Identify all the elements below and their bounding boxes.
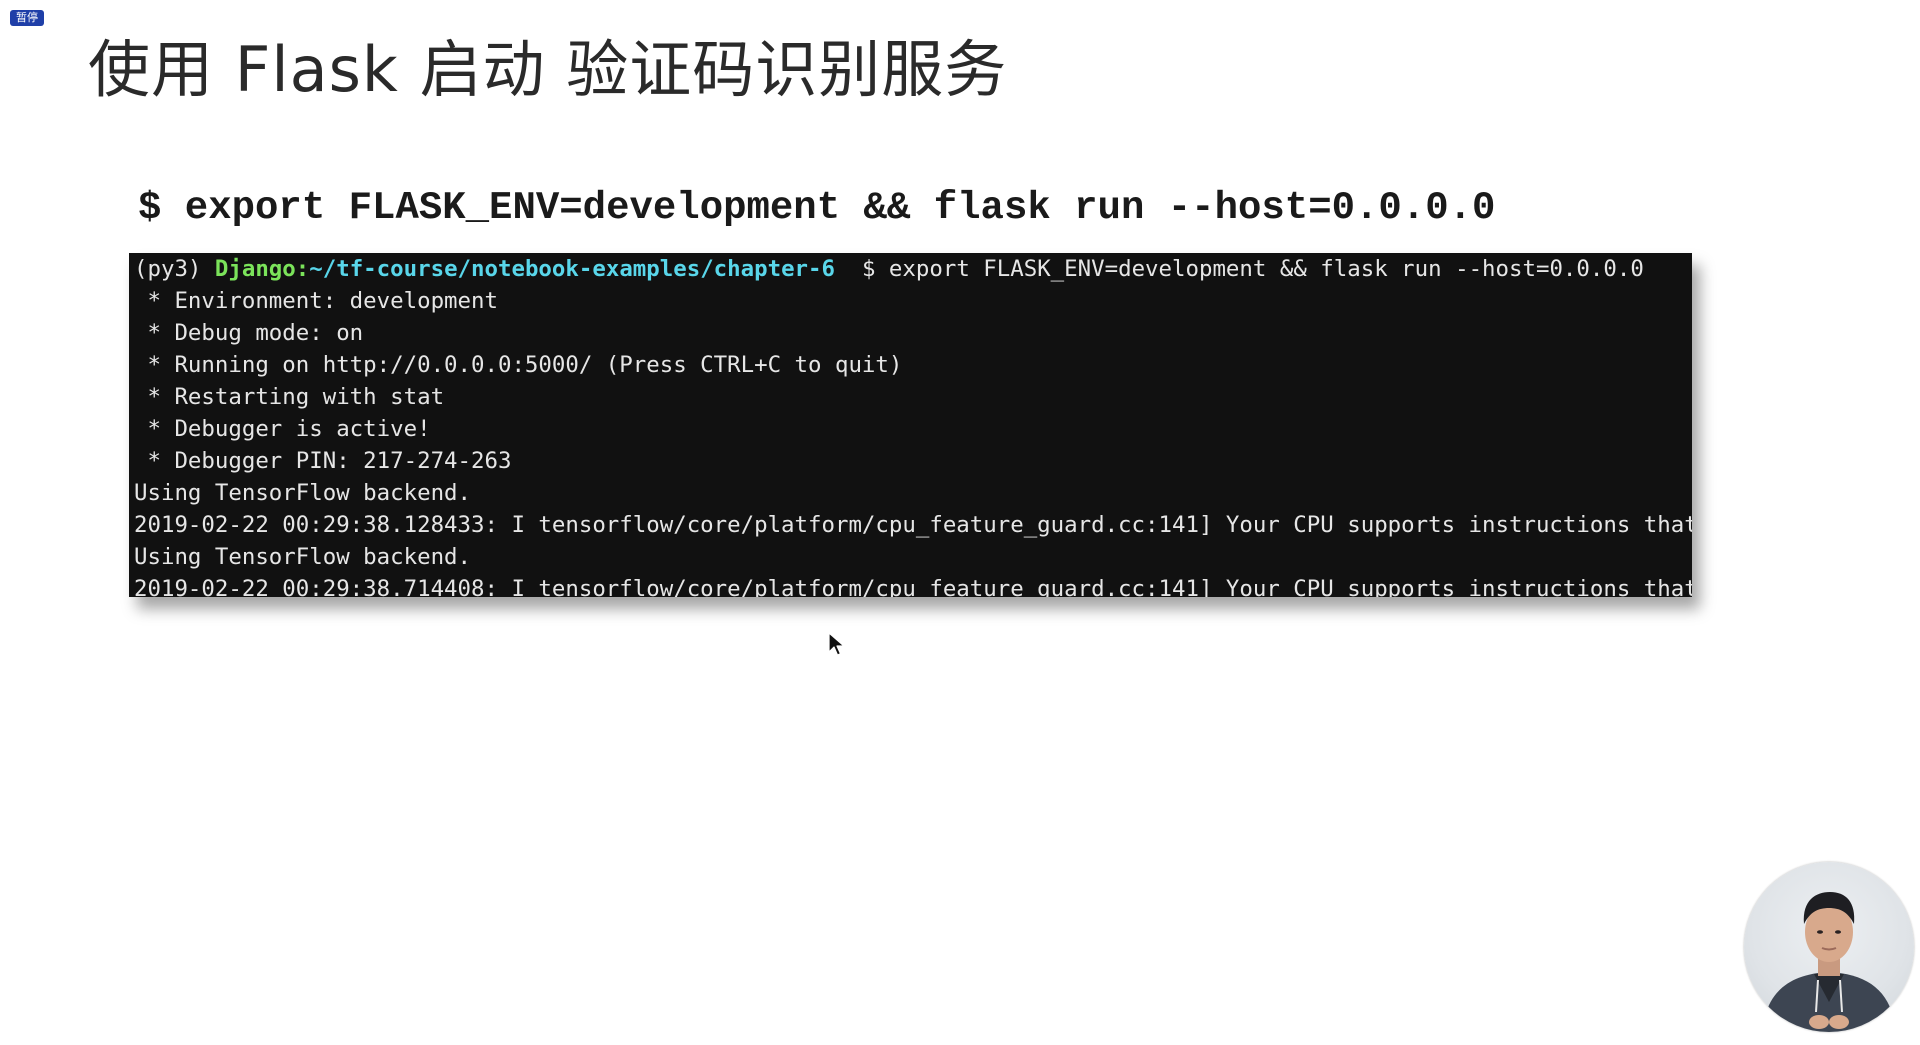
- mouse-pointer-icon: [828, 632, 845, 656]
- terminal-prompt-line: (py3) Django:~/tf-course/notebook-exampl…: [134, 253, 1644, 285]
- prompt-env: (py3): [134, 256, 215, 282]
- prompt-command: $ export FLASK_ENV=development && flask …: [835, 256, 1644, 282]
- terminal-output-line: 2019-02-22 00:29:38.128433: I tensorflow…: [134, 512, 1692, 538]
- presenter-avatar: [1762, 892, 1896, 1032]
- command-example: $ export FLASK_ENV=development && flask …: [138, 186, 1496, 230]
- terminal-output-line: * Debugger PIN: 217-274-263: [134, 448, 512, 474]
- terminal-window: (py3) Django:~/tf-course/notebook-exampl…: [129, 253, 1692, 597]
- terminal-output-line: * Running on http://0.0.0.0:5000/ (Press…: [134, 352, 903, 378]
- presenter-webcam: [1744, 862, 1914, 1032]
- terminal-output-line: * Restarting with stat: [134, 384, 445, 410]
- pause-button[interactable]: 暂停: [10, 10, 44, 26]
- terminal-output-line: * Debug mode: on: [134, 320, 364, 346]
- terminal-output-line: Using TensorFlow backend.: [134, 544, 472, 570]
- prompt-path: ~/tf-course/notebook-examples/chapter-6: [309, 256, 835, 282]
- terminal-output-line: * Debugger is active!: [134, 416, 431, 442]
- terminal-output-line: 2019-02-22 00:29:38.714408: I tensorflow…: [134, 576, 1692, 597]
- prompt-host: Django:: [214, 256, 310, 282]
- terminal-output-line: * Environment: development: [134, 288, 498, 314]
- terminal-output-line: Using TensorFlow backend.: [134, 480, 472, 506]
- slide-title: 使用 Flask 启动 验证码识别服务: [88, 33, 1008, 106]
